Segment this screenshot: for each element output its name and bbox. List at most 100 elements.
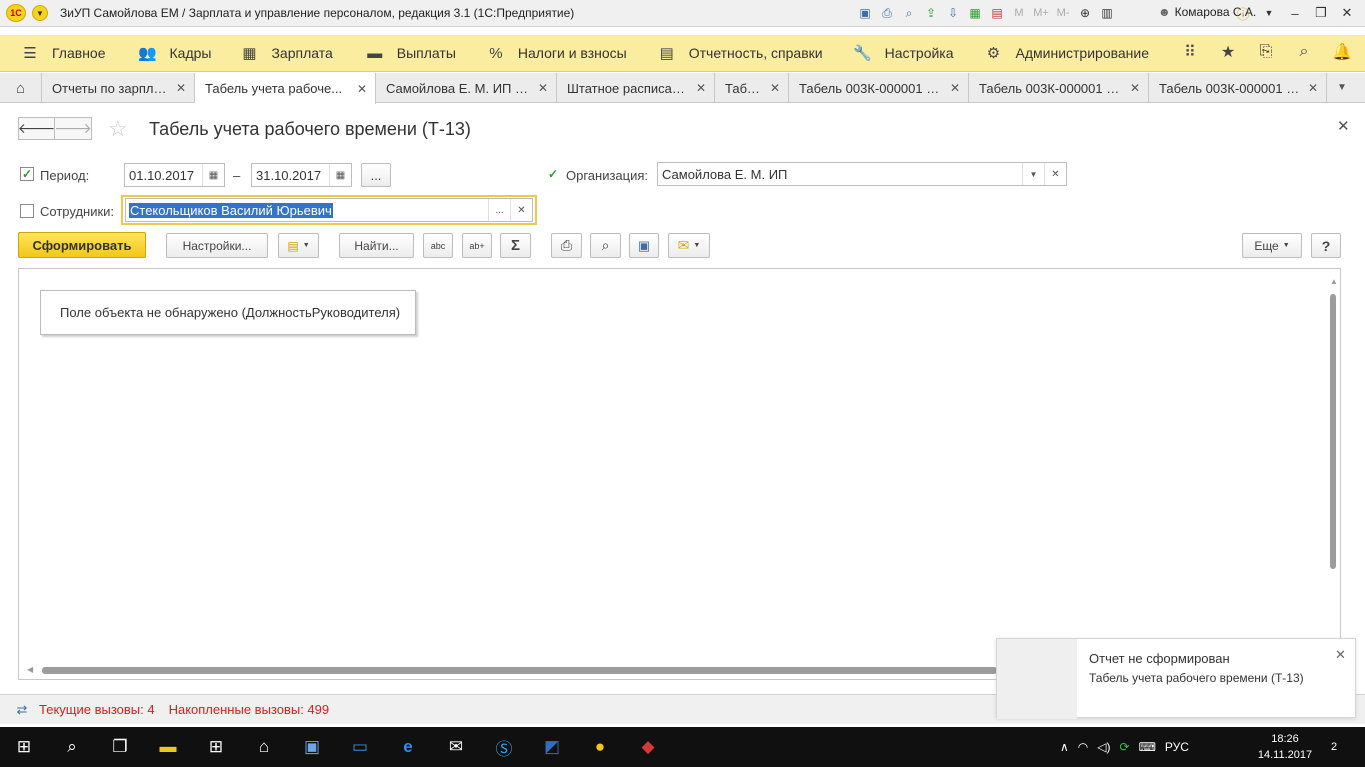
form-close-icon[interactable]: ✕ (1337, 117, 1350, 135)
task-view-icon[interactable]: ❐ (96, 727, 144, 767)
favorite-star-icon[interactable]: ☆ (108, 116, 128, 142)
language-indicator[interactable]: РУС (1165, 740, 1189, 754)
close-icon[interactable]: ✕ (696, 81, 706, 95)
menu-item-salary[interactable]: ▦ Зарплата (239, 35, 332, 71)
volume-icon[interactable]: ◁) (1097, 740, 1110, 754)
employees-field[interactable]: Стекольщиков Василий Юрьевич ... ✕ (121, 195, 537, 225)
bell-icon[interactable]: 🔔 (1331, 41, 1353, 63)
info-icon[interactable]: ⓘ (1231, 2, 1255, 24)
org-checkbox[interactable]: ✓ (546, 167, 560, 181)
outlook-icon[interactable]: ◩ (528, 727, 576, 767)
tab-timesheet-doc-3[interactable]: Табель 003К-000001 о... ✕ (1149, 73, 1327, 103)
history-icon[interactable]: ⎘ (1255, 41, 1277, 63)
tab-staff-schedule[interactable]: Штатное расписание ✕ (557, 73, 715, 103)
zoom-icon[interactable]: ⊕ (1076, 4, 1094, 22)
vertical-scrollbar[interactable] (1330, 294, 1336, 569)
monitor-icon[interactable]: ▭ (336, 727, 384, 767)
menu-item-taxes[interactable]: % Налоги и взносы (486, 35, 627, 71)
horizontal-scrollbar[interactable] (42, 667, 997, 674)
close-icon[interactable]: ✕ (1130, 81, 1140, 95)
app-logo-icon[interactable]: 1C (6, 4, 26, 22)
file-explorer-icon[interactable]: ▬ (144, 727, 192, 767)
print-icon[interactable]: ⎙ (551, 233, 582, 258)
calculator-icon[interactable]: ▦ (966, 4, 984, 22)
restore-icon[interactable]: ❐ (1309, 2, 1333, 24)
close-icon[interactable]: ✕ (1335, 647, 1346, 663)
home-icon[interactable]: ⌂ (0, 73, 42, 103)
tab-salary-reports[interactable]: Отчеты по зарплате ✕ (42, 73, 195, 103)
email-dropdown-button[interactable]: ✉ ▼ (668, 233, 710, 258)
tab-timesheets[interactable]: Табели ✕ (715, 73, 789, 103)
tab-timesheet-doc-1[interactable]: Табель 003К-000001 о... ✕ (789, 73, 969, 103)
employees-checkbox[interactable] (20, 204, 34, 218)
menu-item-main[interactable]: ☰ Главное (20, 35, 105, 71)
close-icon[interactable]: ✕ (1308, 81, 1318, 95)
more-button[interactable]: Еще ▼ (1242, 233, 1302, 258)
preview-icon[interactable]: ⌕ (900, 4, 918, 22)
remote-desktop-icon[interactable]: ▣ (288, 727, 336, 767)
keyboard-icon[interactable]: ⌨ (1139, 740, 1156, 754)
date-to-field[interactable]: 31.10.2017 ▦ (251, 163, 352, 187)
find-button[interactable]: Найти... (339, 233, 414, 258)
help-button[interactable]: ? (1311, 233, 1341, 258)
org-field[interactable]: Самойлова Е. М. ИП ▼ ✕ (657, 162, 1067, 186)
period-select-button[interactable]: ... (361, 163, 391, 187)
1c-app-icon[interactable]: ● (576, 727, 624, 767)
date-from-field[interactable]: 01.10.2017 ▦ (124, 163, 225, 187)
minimize-icon[interactable]: – (1283, 2, 1307, 24)
home-icon[interactable]: ⌂ (240, 727, 288, 767)
print-icon[interactable]: ⎙ (878, 4, 896, 22)
tab-organization[interactable]: Самойлова Е. М. ИП (... ✕ (376, 73, 557, 103)
m-plus-icon[interactable]: M+ (1032, 4, 1050, 22)
close-icon[interactable]: ✕ (770, 81, 780, 95)
abc-add-icon[interactable]: ab+ (462, 233, 492, 258)
tabs-more-icon[interactable]: ▼ (1327, 73, 1357, 102)
settings-button[interactable]: Настройки... (166, 233, 268, 258)
abc-replace-icon[interactable]: abc (423, 233, 453, 258)
red-app-icon[interactable]: ◆ (624, 727, 672, 767)
back-button[interactable]: 🡐 (18, 117, 55, 140)
skype-icon[interactable]: Ⓢ (480, 727, 528, 767)
forward-button[interactable]: 🡒 (54, 117, 92, 140)
tab-timesheet-report[interactable]: Табель учета рабоче... ✕ (195, 73, 376, 104)
store-icon[interactable]: ⊞ (192, 727, 240, 767)
m-minus-icon[interactable]: M- (1054, 4, 1072, 22)
calendar-icon[interactable]: ▦ (202, 164, 224, 186)
select-ellipsis-icon[interactable]: ... (488, 199, 510, 221)
calendar-icon[interactable]: ▤ (988, 4, 1006, 22)
sync-icon[interactable]: ⟳ (1120, 740, 1130, 754)
dropdown-icon[interactable]: ▼ (1257, 2, 1281, 24)
panel-icon[interactable]: ▥ (1098, 4, 1116, 22)
windows-start-icon[interactable]: ⊞ (0, 727, 48, 767)
grid-icon[interactable]: ⠿ (1179, 41, 1201, 63)
period-checkbox[interactable]: ✓ (20, 167, 34, 181)
favorites-star-icon[interactable]: ★ (1217, 41, 1239, 63)
wifi-icon[interactable]: ◠ (1078, 740, 1088, 754)
menu-item-payments[interactable]: ▬ Выплаты (365, 35, 456, 71)
scroll-left-icon[interactable]: ◀ (27, 665, 33, 674)
upload-icon[interactable]: ⇪ (922, 4, 940, 22)
variant-dropdown-button[interactable]: ▤ ▼ (278, 233, 319, 258)
edge-browser-icon[interactable]: e (384, 727, 432, 767)
tab-timesheet-doc-2[interactable]: Табель 003К-000001 о... ✕ (969, 73, 1149, 103)
menu-item-hr[interactable]: 👥 Кадры (138, 35, 211, 71)
generate-button[interactable]: Сформировать (18, 232, 146, 258)
preview-icon[interactable]: ⌕ (590, 233, 621, 258)
menu-item-admin[interactable]: ⚙ Администрирование (984, 35, 1149, 71)
menu-item-settings[interactable]: 🔧 Настройка (853, 35, 953, 71)
close-icon[interactable]: ✕ (357, 82, 367, 96)
search-icon[interactable]: ⌕ (1293, 41, 1315, 63)
performance-icon[interactable]: ⇄ (12, 701, 32, 719)
calendar-icon[interactable]: ▦ (329, 164, 351, 186)
mail-icon[interactable]: ✉ (432, 727, 480, 767)
close-icon[interactable]: ✕ (538, 81, 548, 95)
close-icon[interactable]: ✕ (950, 81, 960, 95)
clear-icon[interactable]: ✕ (1044, 163, 1066, 185)
clear-icon[interactable]: ✕ (510, 199, 532, 221)
report-area[interactable]: Поле объекта не обнаружено (ДолжностьРук… (18, 268, 1341, 680)
notification-popup[interactable]: Отчет не сформирован Табель учета рабоче… (996, 638, 1356, 719)
search-icon[interactable]: ⌕ (48, 727, 96, 767)
action-center-icon[interactable]: 2 (1322, 735, 1346, 759)
m-icon[interactable]: M (1010, 4, 1028, 22)
save-icon[interactable]: ▣ (629, 233, 659, 258)
